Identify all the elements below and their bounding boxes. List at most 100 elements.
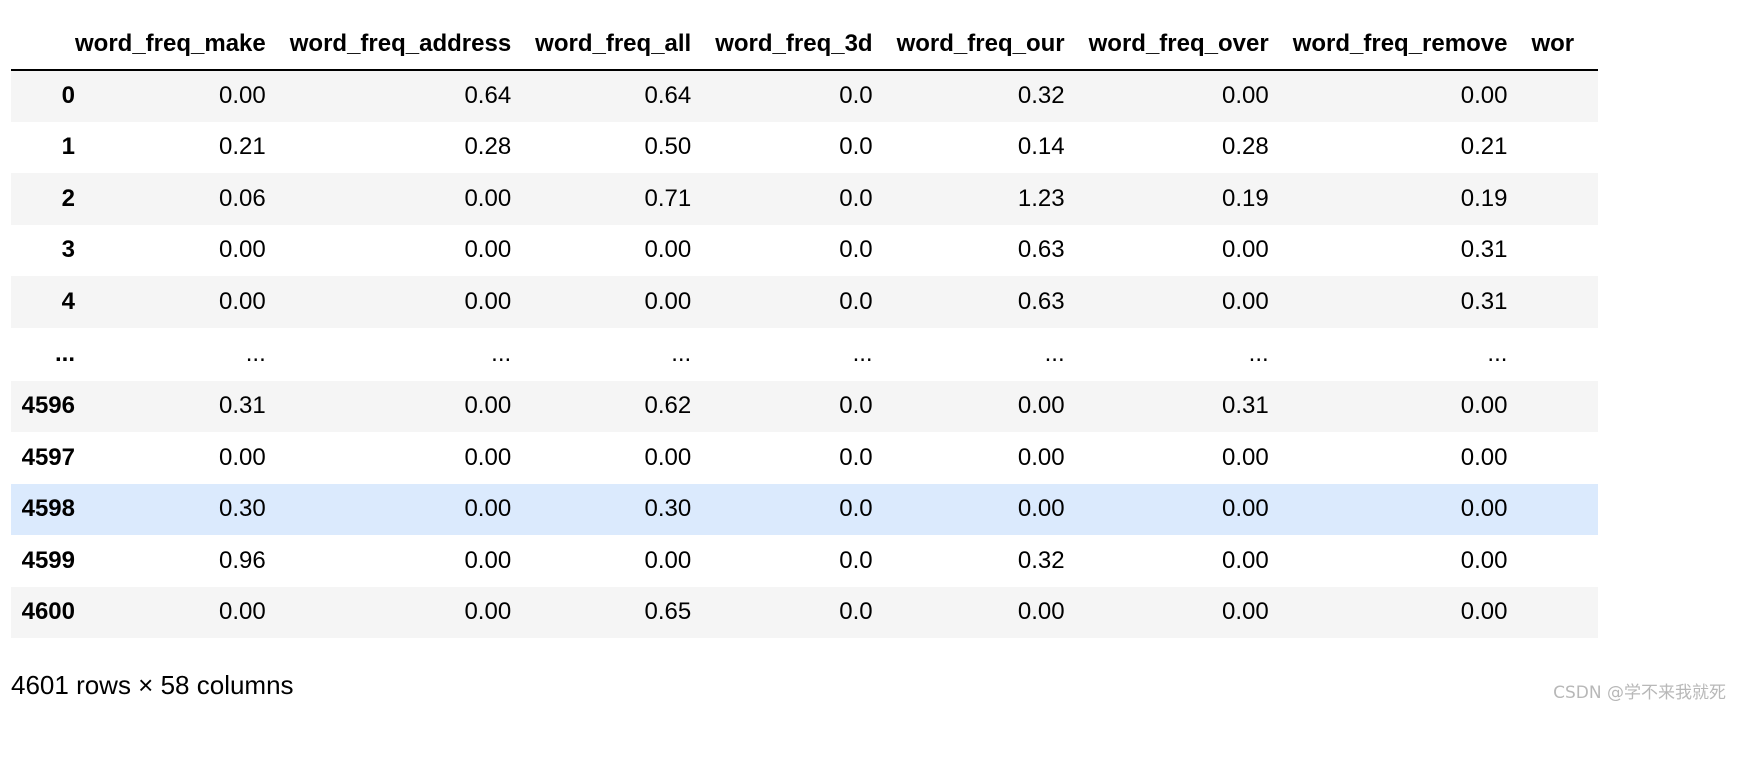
table-cell: 0.00 [1221, 443, 1269, 471]
table-cell-truncated [1531, 381, 1598, 433]
table-row-highlighted: 4598 0.30 0.00 0.30 0.0 0.00 0.00 0.00 [11, 483, 1599, 536]
table-cell-truncated [1531, 276, 1598, 328]
table-cell-truncated [1531, 122, 1598, 174]
table-row: 4600 0.00 0.00 0.65 0.0 0.00 0.00 0.00 [11, 586, 1599, 639]
table-body: 0 0.00 0.64 0.64 0.0 0.32 0.00 0.00 1 0.… [11, 70, 1599, 639]
table-row: 0 0.00 0.64 0.64 0.0 0.32 0.00 0.00 [11, 70, 1599, 122]
table-cell: 0.00 [464, 546, 512, 574]
table-cell: 0.30 [219, 495, 266, 523]
table-cell-truncated [1531, 225, 1598, 277]
table-cell-truncated [1531, 173, 1598, 225]
table-row: 4596 0.31 0.00 0.62 0.0 0.00 0.31 0.00 [11, 380, 1599, 433]
table-cell: 0.00 [219, 236, 266, 264]
table-cell: 0.00 [1460, 495, 1508, 523]
column-header: word_freq_over [1088, 18, 1293, 71]
table-row: 4597 0.00 0.00 0.00 0.0 0.00 0.00 0.00 [11, 432, 1599, 484]
ellipsis-row: ... ... ... ... ... ... ... ... [11, 327, 1599, 381]
table-cell-truncated [1531, 535, 1598, 587]
column-header: word_freq_all [535, 18, 716, 71]
row-index: 4599 [21, 546, 75, 574]
table-cell: 0.28 [1221, 133, 1269, 161]
table-cell: 0.21 [219, 133, 266, 161]
table-row: 1 0.21 0.28 0.50 0.0 0.14 0.28 0.21 [11, 121, 1599, 174]
table-cell: 0.00 [644, 287, 692, 315]
table-cell: ... [852, 340, 873, 367]
table-cell: 0.00 [219, 82, 266, 110]
table-cell: 0.00 [1460, 546, 1508, 574]
table-cell: ... [1487, 340, 1508, 367]
table-cell: 0.06 [219, 184, 266, 212]
table-cell: 0.31 [1460, 236, 1508, 264]
table-cell: 0.00 [1460, 598, 1508, 626]
table-cell: 0.00 [1460, 392, 1508, 420]
table-cell-truncated [1531, 587, 1598, 639]
table-cell: 0.00 [1221, 598, 1269, 626]
row-index: 4598 [21, 495, 75, 523]
column-header: word_freq_3d [715, 18, 897, 71]
table-cell-truncated [1531, 70, 1598, 122]
row-index: 4600 [21, 598, 75, 626]
table-cell: ... [671, 340, 692, 367]
table-cell: 0.62 [644, 392, 692, 420]
table-cell: 0.0 [839, 495, 873, 523]
table-cell: 0.64 [464, 82, 512, 110]
table-cell-truncated [1531, 484, 1598, 536]
watermark: CSDN @学不来我就死 [1553, 683, 1726, 703]
table-cell: ... [245, 340, 266, 367]
table-cell: 0.00 [1460, 82, 1508, 110]
table-row: 2 0.06 0.00 0.71 0.0 1.23 0.19 0.19 [11, 173, 1599, 225]
row-index: ... [54, 340, 75, 367]
column-header-truncated: wor [1531, 18, 1599, 71]
table-cell: 0.00 [219, 598, 266, 626]
table-cell: 0.00 [1017, 392, 1065, 420]
row-index: 4 [61, 287, 75, 315]
table-cell: 0.31 [219, 392, 266, 420]
row-index: 3 [61, 236, 75, 264]
table-cell: 0.63 [1017, 287, 1065, 315]
table-cell: 0.00 [1017, 598, 1065, 626]
table-row: 4599 0.96 0.00 0.00 0.0 0.32 0.00 0.00 [11, 535, 1599, 587]
table-cell-truncated [1531, 432, 1598, 484]
table-cell: 0.0 [839, 443, 873, 471]
table-cell: 0.19 [1460, 184, 1508, 212]
table-cell: 0.00 [1221, 287, 1269, 315]
table-cell: 0.00 [219, 287, 266, 315]
table-cell: 0.00 [464, 392, 512, 420]
table-cell: 0.0 [839, 184, 873, 212]
table-cell: 0.19 [1221, 184, 1269, 212]
table-cell: 0.00 [1017, 495, 1065, 523]
table-cell: 0.00 [644, 443, 692, 471]
table-cell: 0.31 [1221, 392, 1269, 420]
column-header: word_freq_our [896, 18, 1089, 71]
table-cell: ... [491, 340, 512, 367]
table-cell: 0.00 [1221, 82, 1269, 110]
dataframe-output: word_freq_make word_freq_address word_fr… [0, 0, 1744, 783]
table-cell: 0.63 [1017, 236, 1065, 264]
table-cell: 0.0 [839, 133, 873, 161]
table-cell: 0.0 [839, 287, 873, 315]
table-cell: ... [1248, 340, 1269, 367]
table-cell: 0.64 [644, 82, 692, 110]
table-cell: 0.00 [1460, 443, 1508, 471]
table-cell: 0.00 [464, 495, 512, 523]
table-cell: 0.00 [644, 546, 692, 574]
table-cell: 0.00 [1221, 495, 1269, 523]
table-cell: 0.65 [644, 598, 692, 626]
table-cell: 0.0 [839, 82, 873, 110]
table-cell: 0.0 [839, 598, 873, 626]
row-index: 4596 [21, 392, 75, 420]
table-cell: 0.00 [464, 287, 512, 315]
row-index: 4597 [21, 443, 75, 471]
table-cell: 0.00 [464, 236, 512, 264]
column-header: word_freq_remove [1292, 18, 1532, 71]
table-cell: 0.00 [1221, 236, 1269, 264]
table-cell: 0.00 [219, 443, 266, 471]
table-cell-truncated [1531, 328, 1598, 381]
column-header: word_freq_make [75, 18, 290, 71]
row-index: 0 [61, 82, 75, 110]
table-cell: 0.0 [839, 546, 873, 574]
table-cell: 0.50 [644, 133, 692, 161]
table-cell: 0.00 [464, 184, 512, 212]
table-cell: 0.14 [1017, 133, 1065, 161]
table-cell: ... [1044, 340, 1065, 367]
